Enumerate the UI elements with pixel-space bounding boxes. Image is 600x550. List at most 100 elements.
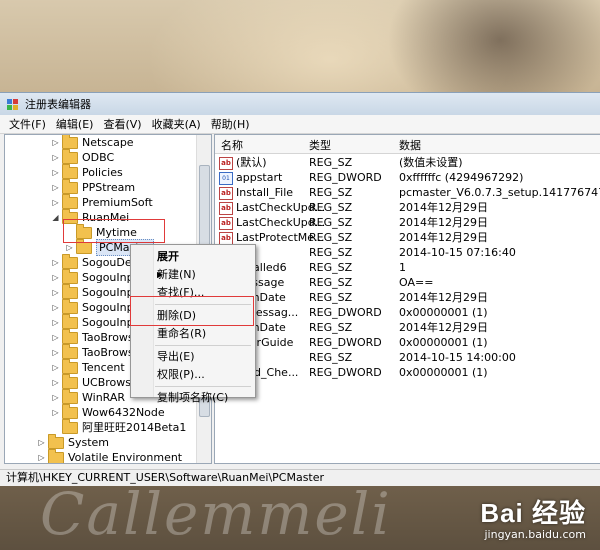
tree-expander-icon[interactable]: ▷ — [51, 360, 60, 375]
tree-expander-icon[interactable]: ◢ — [51, 210, 60, 225]
tree-expander-icon[interactable]: ▷ — [51, 180, 60, 195]
registry-editor-window: 注册表编辑器 文件(F) 编辑(E) 查看(V) 收藏夹(A) 帮助(H) ▷ N… — [0, 92, 600, 486]
window-title: 注册表编辑器 — [25, 98, 91, 111]
tree-item[interactable]: ▷ TaoBrowse — [51, 328, 140, 345]
menu-view[interactable]: 查看(V) — [98, 116, 146, 132]
folder-icon — [48, 433, 64, 449]
value-row[interactable]: ab LastCheckUpd... REG_SZ 2014年12月29日 — [215, 215, 600, 230]
value-row[interactable]: 01uard_Che...REG_DWORD0x00000001 (1) — [215, 365, 600, 380]
tree-expander-icon[interactable]: ▷ — [51, 345, 60, 360]
tree-item[interactable]: ▷ SogouInpu — [51, 268, 141, 285]
menu-help[interactable]: 帮助(H) — [206, 116, 255, 132]
column-header-type[interactable]: 类型 — [309, 137, 331, 153]
tree-item-label: WinRAR — [82, 391, 126, 404]
tree-expander-icon[interactable]: ▷ — [51, 315, 60, 330]
folder-icon — [62, 268, 78, 284]
column-header-data[interactable]: 数据 — [399, 137, 421, 153]
context-menu-item[interactable]: 复制项名称(C) — [131, 389, 255, 407]
value-row[interactable]: ab (默认) REG_SZ (数值未设置) — [215, 155, 600, 170]
tree-item[interactable]: ▷ System — [37, 433, 109, 450]
context-menu-item[interactable]: 导出(E) — [131, 348, 255, 366]
menu-edit[interactable]: 编辑(E) — [51, 116, 99, 132]
tree-expander-icon[interactable]: ▷ — [51, 330, 60, 345]
column-header-name[interactable]: 名称 — [221, 137, 243, 153]
value-row[interactable]: ableanDateREG_SZ2014年12月29日 — [215, 320, 600, 335]
menu-file[interactable]: 文件(F) — [4, 116, 51, 132]
value-name-cell: ab Install_File — [219, 185, 293, 200]
context-menu-item[interactable]: 展开 — [131, 248, 255, 266]
value-row[interactable]: abateREG_SZ2014-10-15 14:00:00 — [215, 350, 600, 365]
tree-expander-icon[interactable]: ▷ — [51, 135, 60, 150]
value-row[interactable]: ab LastProtectMe... REG_SZ 2014年12月29日 — [215, 230, 600, 245]
value-data: 1 — [399, 261, 406, 274]
tree-item[interactable]: ▷ PPStream — [51, 178, 135, 195]
folder-icon — [62, 283, 78, 299]
tree-expander-icon[interactable]: ▷ — [51, 285, 60, 300]
string-value-icon: ab — [219, 201, 233, 215]
value-data: (数值未设置) — [399, 156, 463, 169]
title-bar[interactable]: 注册表编辑器 — [0, 93, 600, 115]
tree-expander-icon[interactable]: ▷ — [51, 255, 60, 270]
tree-item[interactable]: ▷ SogouInpu — [51, 283, 141, 300]
context-menu-item[interactable]: 新建(N) ▶ — [131, 266, 255, 284]
context-menu-separator — [155, 386, 251, 387]
tree-item-label: PremiumSoft — [82, 196, 153, 209]
folder-icon — [62, 135, 78, 149]
tree-item[interactable]: ▷ Wow6432Node — [51, 403, 165, 420]
context-menu-item[interactable]: 重命名(R) — [131, 325, 255, 343]
tree-item[interactable]: ▷ Policies — [51, 163, 123, 180]
tree-expander-icon[interactable]: ▷ — [51, 150, 60, 165]
context-menu-item-label: 权限(P)... — [157, 368, 205, 381]
tree-item[interactable]: ▷ SogouInpu — [51, 313, 141, 330]
tree-expander-icon[interactable]: ▷ — [51, 165, 60, 180]
value-row[interactable]: 01ctMessag...REG_DWORD0x00000001 (1) — [215, 305, 600, 320]
value-data: 2014年12月29日 — [399, 321, 488, 334]
tree-item[interactable]: 阿里旺旺2014Beta1 — [51, 418, 186, 435]
folder-icon — [62, 373, 78, 389]
context-menu-item[interactable]: 权限(P)... — [131, 366, 255, 384]
value-row[interactable]: abnstalled6REG_SZ1 — [215, 260, 600, 275]
watermark-url: jingyan.baidu.com — [484, 528, 586, 541]
value-name: Install_File — [236, 186, 294, 199]
value-row[interactable]: 01 appstart REG_DWORD 0xffffffc (4294967292… — [215, 170, 600, 185]
value-name: appstart — [236, 171, 283, 184]
tree-expander-icon[interactable]: ▷ — [37, 450, 46, 463]
tree-item[interactable]: ▷ TaoBrowse — [51, 343, 140, 360]
tree-item[interactable]: ▷ Tencent — [51, 358, 125, 375]
tree-item[interactable]: ▷ UCBrowser — [51, 373, 142, 390]
tree-expander-icon[interactable]: ▷ — [51, 405, 60, 420]
value-row[interactable]: abMessageREG_SZOA== — [215, 275, 600, 290]
tree-expander-icon[interactable]: ▷ — [37, 435, 46, 450]
tree-expander-icon[interactable]: ▷ — [51, 390, 60, 405]
tree-item[interactable]: ▷ Volatile Environment — [37, 448, 182, 463]
menu-bar: 文件(F) 编辑(E) 查看(V) 收藏夹(A) 帮助(H) — [0, 115, 600, 134]
tree-item[interactable]: ▷ Netscape — [51, 135, 134, 150]
delete-highlight-box — [130, 296, 254, 326]
pcmaster-highlight-box — [63, 219, 165, 243]
value-type: REG_SZ — [309, 351, 353, 364]
menu-favorites[interactable]: 收藏夹(A) — [147, 116, 206, 132]
background-script-text: Callemmeli — [40, 480, 392, 548]
value-row[interactable]: ab LastCheckUpd... REG_SZ 2014年12月29日 — [215, 200, 600, 215]
tree-item[interactable]: ▷ SogouInpu — [51, 298, 141, 315]
value-type: REG_SZ — [309, 276, 353, 289]
folder-icon — [62, 343, 78, 359]
context-menu-item-label: 导出(E) — [157, 350, 195, 363]
tree-expander-icon[interactable]: ▷ — [51, 300, 60, 315]
folder-icon — [62, 328, 78, 344]
tree-item[interactable]: ▷ PremiumSoft — [51, 193, 153, 210]
tree-expander-icon[interactable]: ▷ — [51, 270, 60, 285]
tree-expander-icon[interactable]: ▷ — [51, 375, 60, 390]
tree-expander-icon[interactable]: ▷ — [51, 195, 60, 210]
folder-icon — [62, 388, 78, 404]
value-row[interactable]: abateREG_SZ2014-10-15 07:16:40 — [215, 245, 600, 260]
value-row[interactable]: ableanDateREG_SZ2014年12月29日 — [215, 290, 600, 305]
tree-item[interactable]: ▷ ODBC — [51, 148, 114, 165]
tree-item[interactable]: ▷ WinRAR — [51, 388, 126, 405]
tree-item-label: Wow6432Node — [82, 406, 165, 419]
submenu-arrow-icon: ▶ — [157, 270, 164, 279]
value-row[interactable]: 01UserGuideREG_DWORD0x00000001 (1) — [215, 335, 600, 350]
value-list: 名称 类型 数据 ab (默认) REG_SZ (数值未设置) 01 appstart RE… — [214, 134, 600, 464]
value-row[interactable]: ab Install_File REG_SZ pcmaster_V6.0.7.3_se… — [215, 185, 600, 200]
folder-icon — [62, 313, 78, 329]
